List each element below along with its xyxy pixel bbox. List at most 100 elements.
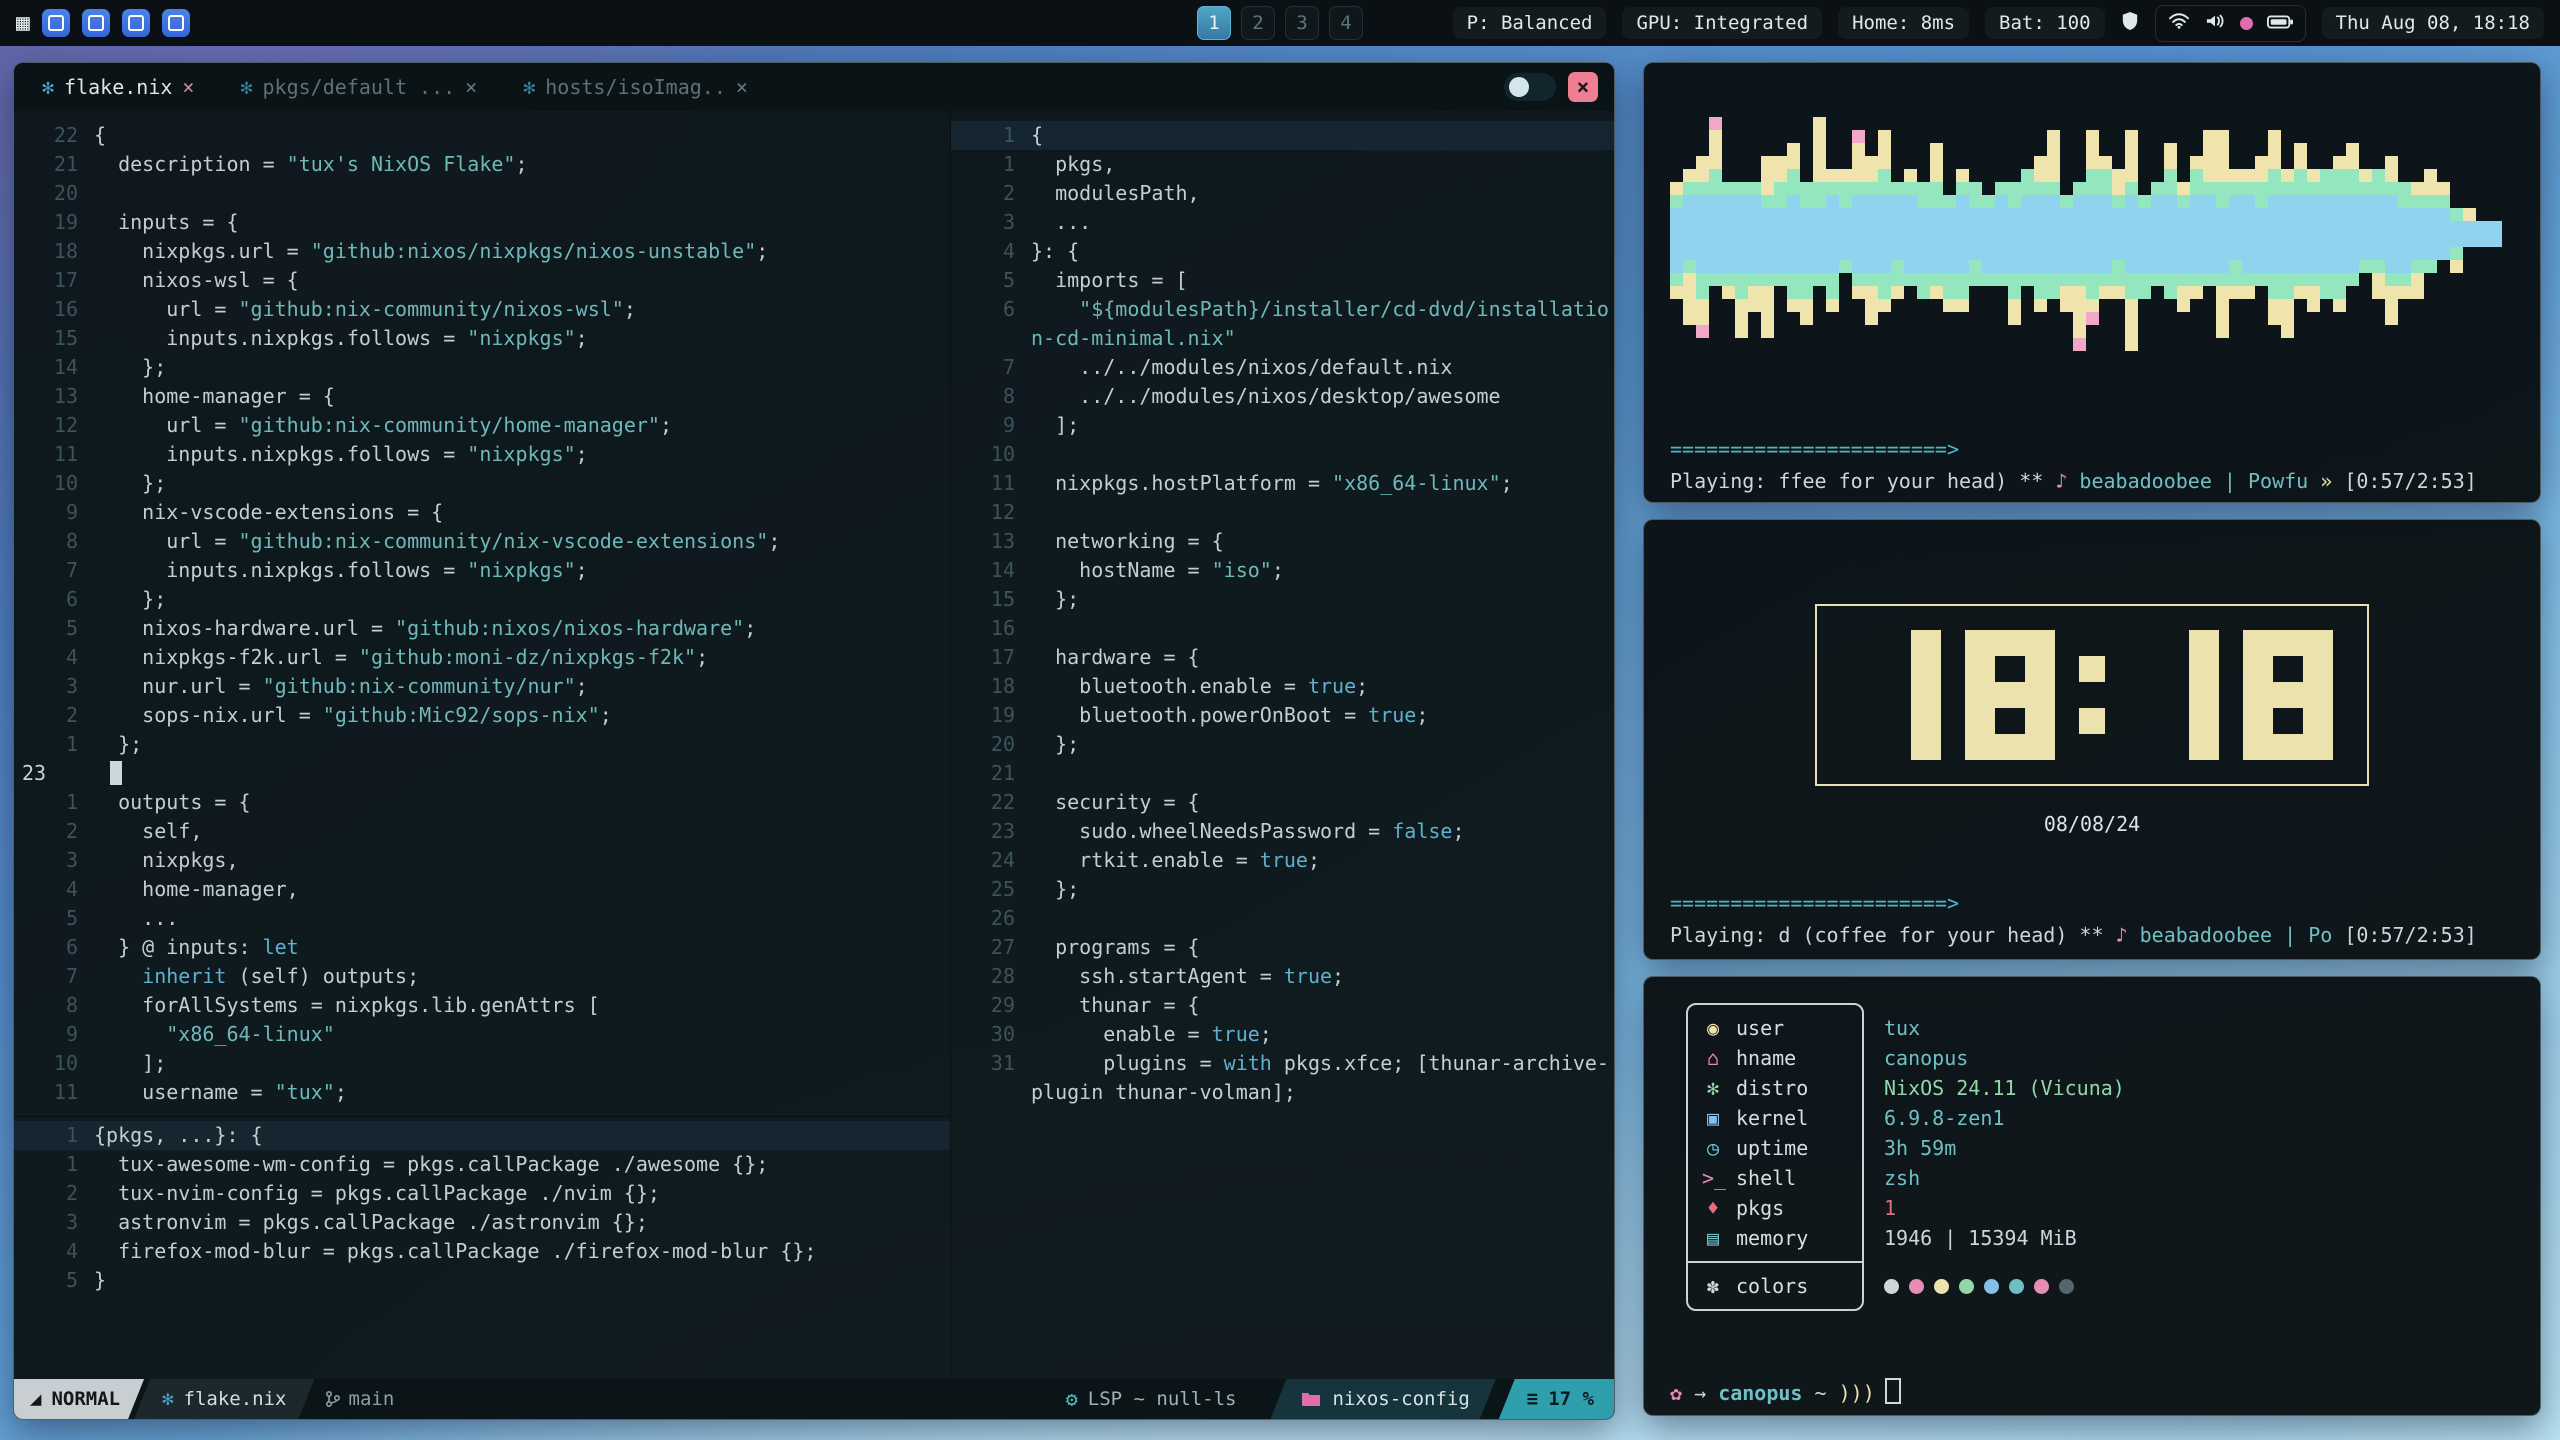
code-text: {pkgs, ...}: {: [94, 1121, 263, 1150]
taskbar-app-icon[interactable]: [42, 9, 70, 37]
toggle-button[interactable]: [1504, 73, 1556, 101]
code-text: nixos-hardware.url = "github:nixos/nixos…: [94, 614, 756, 643]
text-segment: d (coffee for your head) **: [1778, 923, 2115, 947]
taskbar-app-icon[interactable]: [82, 9, 110, 37]
clock-date: 08/08/24: [1670, 810, 2514, 838]
shell-prompt[interactable]: ✿ → canopus ~ ))): [1670, 1378, 1901, 1407]
power-profile-chip: P: Balanced: [1453, 7, 1607, 39]
tab-close-icon[interactable]: ×: [465, 75, 477, 99]
line-number: 5: [14, 1266, 94, 1295]
fetch-value: zsh: [1884, 1163, 2125, 1193]
app-launcher-icon[interactable]: ▦: [16, 10, 30, 36]
fetch-label: pkgs: [1736, 1194, 1784, 1222]
code-line: 11 nixpkgs.hostPlatform = "x86_64-linux"…: [951, 469, 1614, 498]
visualizer-terminal[interactable]: =======================> Playing: ffee f…: [1643, 62, 2541, 503]
fetch-label-box: ◉user⌂hname✻distro▣kernel◷uptime>_shell♦…: [1686, 1003, 1864, 1311]
mode-label: NORMAL: [51, 1388, 120, 1410]
workspace-tag-1[interactable]: 1: [1197, 6, 1231, 40]
tab-flake-nix[interactable]: ✻ flake.nix ×: [42, 75, 194, 99]
workspace-tag-4[interactable]: 4: [1329, 6, 1363, 40]
workspace-tag-3[interactable]: 3: [1285, 6, 1319, 40]
code-line: 21 description = "tux's NixOS Flake";: [14, 150, 950, 179]
code-line: 12: [951, 498, 1614, 527]
code-text: bluetooth.enable = true;: [1031, 672, 1368, 701]
fetch-value: NixOS 24.11 (Vicuna): [1884, 1073, 2125, 1103]
datetime[interactable]: Thu Aug 08, 18:18: [2322, 7, 2544, 39]
code-line: 5}: [14, 1266, 950, 1295]
line-number: 10: [14, 469, 94, 498]
code-text: "x86_64-linux": [94, 1020, 335, 1049]
tab-pkgs-default[interactable]: ✻ pkgs/default ... ×: [240, 75, 477, 99]
clock-digit: [2243, 630, 2333, 760]
line-number: 30: [951, 1020, 1031, 1049]
code-text: plugin thunar-volman];: [1031, 1078, 1296, 1107]
fetch-values: tuxcanopusNixOS 24.11 (Vicuna)6.9.8-zen1…: [1884, 1003, 2125, 1311]
code-line: 7 inherit (self) outputs;: [14, 962, 950, 991]
line-number: 14: [14, 353, 94, 382]
clock-terminal[interactable]: 08/08/24 =======================> Playin…: [1643, 519, 2541, 960]
line-number: 22: [14, 121, 94, 150]
line-number: 2: [14, 701, 94, 730]
line-number: 5: [14, 614, 94, 643]
fetch-label: user: [1736, 1014, 1784, 1042]
code-text: username = "tux";: [94, 1078, 347, 1107]
code-text: "${modulesPath}/installer/cd-dvd/install…: [1031, 295, 1609, 324]
record-indicator-icon[interactable]: [2240, 17, 2253, 30]
volume-icon[interactable]: [2204, 12, 2226, 35]
buffer-flake-nix[interactable]: 22{21 description = "tux's NixOS Flake";…: [14, 111, 950, 1116]
code-line: 8 url = "github:nix-community/nix-vscode…: [14, 527, 950, 556]
fetch-value: 1946 | 15394 MiB: [1884, 1223, 2125, 1253]
line-number: 20: [14, 179, 94, 208]
window-close-button[interactable]: ×: [1568, 72, 1598, 102]
code-text: inputs.nixpkgs.follows = "nixpkgs";: [94, 556, 588, 585]
buffer-pkgs-default-nix[interactable]: 1{pkgs, ...}: {1 tux-awesome-wm-config =…: [14, 1116, 950, 1379]
tab-close-icon[interactable]: ×: [182, 75, 194, 99]
fetch-label: shell: [1736, 1164, 1796, 1192]
editor-window: ✻ flake.nix × ✻ pkgs/default ... × ✻ hos…: [13, 62, 1615, 1420]
line-number: 23: [951, 817, 1031, 846]
prompt-host: canopus: [1718, 1381, 1814, 1405]
terminal-cursor[interactable]: [1885, 1378, 1901, 1404]
ping-chip: Home: 8ms: [1838, 7, 1969, 39]
code-line: 20: [14, 179, 950, 208]
app-glyph: [128, 15, 144, 31]
line-number: 15: [14, 324, 94, 353]
code-text: enable = true;: [1031, 1020, 1272, 1049]
tab-hosts-isoimage[interactable]: ✻ hosts/isoImag.. ×: [523, 75, 748, 99]
battery-icon[interactable]: [2267, 12, 2293, 34]
gpu-chip: GPU: Integrated: [1622, 7, 1822, 39]
line-number: 11: [951, 469, 1031, 498]
prompt-icon: ✿: [1670, 1381, 1694, 1405]
code-text: n-cd-minimal.nix": [1031, 324, 1236, 353]
lsp-label: LSP ~ null-ls: [1088, 1388, 1237, 1410]
code-text: };: [1031, 585, 1079, 614]
line-number: 25: [951, 875, 1031, 904]
fetch-terminal[interactable]: ◉user⌂hname✻distro▣kernel◷uptime>_shell♦…: [1643, 976, 2541, 1416]
code-text: ];: [94, 1049, 166, 1078]
code-line: n-cd-minimal.nix": [951, 324, 1614, 353]
fetch-label: uptime: [1736, 1134, 1808, 1162]
fetch-row-colors: ✽colors: [1688, 1271, 1862, 1301]
code-text: sops-nix.url = "github:Mic92/sops-nix";: [94, 701, 612, 730]
branch-icon: [325, 1390, 341, 1408]
code-line: 15 };: [951, 585, 1614, 614]
code-text: imports = [: [1031, 266, 1188, 295]
line-number: 4: [14, 1237, 94, 1266]
packages-icon: ♦: [1702, 1194, 1724, 1222]
line-number: 11: [14, 440, 94, 469]
fetch-row: ▣kernel: [1688, 1103, 1862, 1133]
statusline: ◢ NORMAL ✻ flake.nix main ⚙ LSP ~ n: [14, 1379, 1614, 1419]
line-number: 1: [14, 1121, 94, 1150]
line-number: 18: [951, 672, 1031, 701]
taskbar-app-icon[interactable]: [162, 9, 190, 37]
code-text: ../../modules/nixos/desktop/awesome: [1031, 382, 1501, 411]
wifi-icon[interactable]: [2168, 12, 2190, 35]
taskbar-app-icon[interactable]: [122, 9, 150, 37]
code-line: 4 firefox-mod-blur = pkgs.callPackage ./…: [14, 1237, 950, 1266]
taskbar-left: ▦: [16, 9, 190, 37]
shield-icon[interactable]: [2121, 11, 2139, 36]
buffer-iso-image-nix[interactable]: 1{1 pkgs,2 modulesPath,3 ...4}: {5 impor…: [950, 111, 1614, 1379]
tab-close-icon[interactable]: ×: [736, 75, 748, 99]
workspace-tag-2[interactable]: 2: [1241, 6, 1275, 40]
code-text: networking = {: [1031, 527, 1224, 556]
